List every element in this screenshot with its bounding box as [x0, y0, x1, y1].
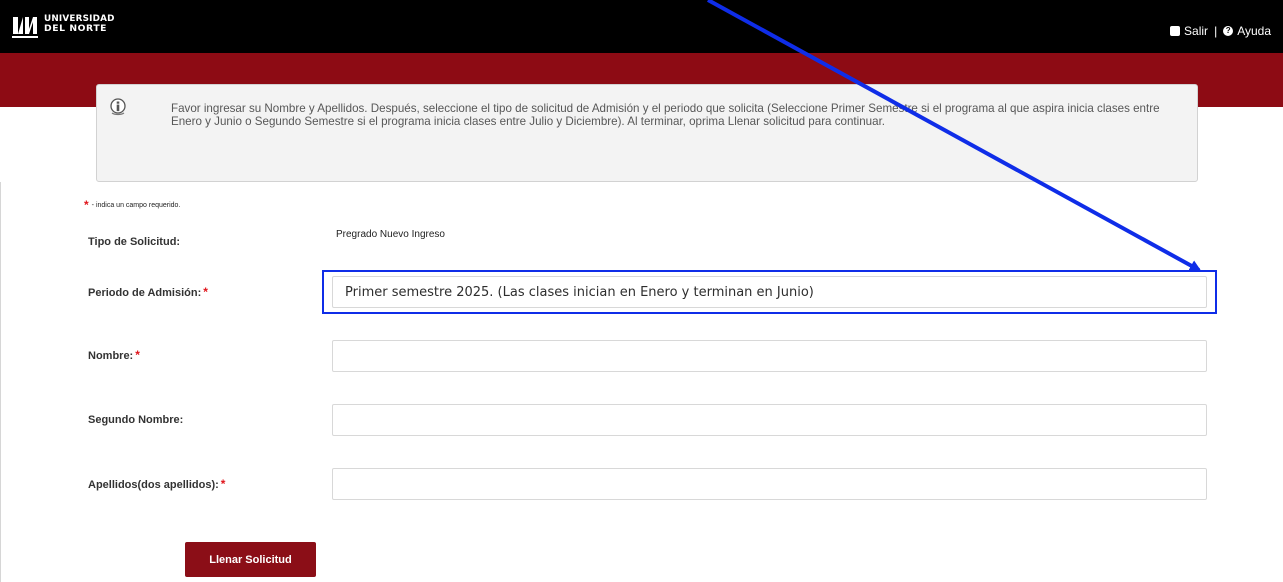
logout-link[interactable]: Salir: [1184, 24, 1208, 38]
admission-period-label-text: Periodo de Admisión:: [88, 287, 202, 299]
fill-application-button[interactable]: Llenar Solicitud: [185, 542, 316, 577]
last-names-field[interactable]: [332, 468, 1207, 500]
admission-period-select[interactable]: Primer semestre 2025. (Las clases inicia…: [332, 276, 1207, 308]
help-icon[interactable]: ?: [1223, 26, 1234, 36]
help-link[interactable]: Ayuda: [1237, 24, 1271, 38]
middle-name-field[interactable]: [332, 404, 1207, 436]
logo-del-norte-text: DEL NORTE: [44, 23, 108, 34]
top-navigation-bar: UNIVERSIDAD DEL NORTE Salir | ? Ayuda: [0, 0, 1283, 53]
admission-form-page: UNIVERSIDAD DEL NORTE Salir | ? Ayuda Fa…: [0, 0, 1283, 582]
first-name-field[interactable]: [332, 340, 1207, 372]
request-type-label: Tipo de Solicitud:: [88, 236, 181, 248]
admission-period-required-marker: *: [203, 285, 208, 299]
required-marker: *: [84, 198, 89, 212]
university-logo-mark: [11, 14, 39, 40]
info-icon: [110, 98, 126, 116]
top-links: Salir | ? Ayuda: [1170, 24, 1271, 38]
left-page-border: [0, 182, 1, 582]
admission-period-label: Periodo de Admisión: *: [88, 285, 208, 299]
middle-name-label: Segundo Nombre:: [88, 414, 184, 426]
first-name-label: Nombre: *: [88, 348, 140, 362]
last-names-label: Apellidos(dos apellidos): *: [88, 477, 226, 491]
instructions-box: Favor ingresar su Nombre y Apellidos. De…: [96, 84, 1198, 182]
top-links-separator: |: [1214, 24, 1218, 38]
logout-icon[interactable]: [1170, 26, 1181, 36]
request-type-value: Pregrado Nuevo Ingreso: [336, 229, 445, 240]
first-name-label-text: Nombre:: [88, 350, 134, 362]
last-names-label-text: Apellidos(dos apellidos):: [88, 479, 219, 491]
required-note-text: - indica un campo requerido.: [91, 201, 181, 209]
first-name-required-marker: *: [135, 348, 140, 362]
required-field-note: * - indica un campo requerido.: [84, 198, 181, 212]
universidad-del-norte-logo[interactable]: UNIVERSIDAD DEL NORTE: [11, 12, 141, 42]
last-names-required-marker: *: [220, 477, 226, 491]
instructions-text: Favor ingresar su Nombre y Apellidos. De…: [171, 102, 1160, 128]
